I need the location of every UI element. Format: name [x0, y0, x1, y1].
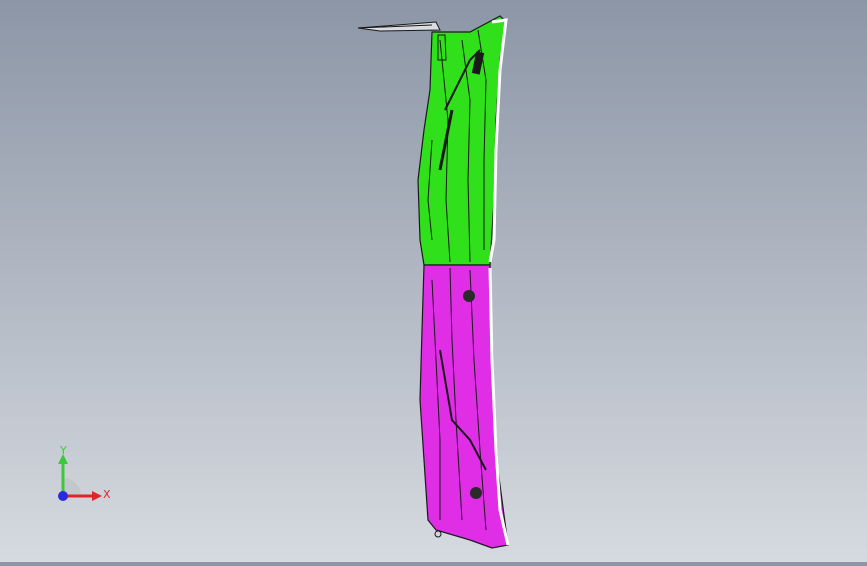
model-view[interactable] — [0, 0, 867, 562]
part-lower-section[interactable] — [419, 264, 510, 549]
mount-hole-upper — [463, 290, 475, 302]
top-tab — [357, 21, 441, 32]
x-axis-label: X — [103, 488, 111, 501]
graphics-viewport[interactable]: Y X — [0, 0, 867, 562]
clip-tab — [434, 530, 442, 538]
y-axis-label: Y — [59, 444, 67, 457]
mount-hole-lower — [470, 487, 482, 499]
reference-triad: Y X — [50, 440, 120, 510]
part-upper-section[interactable] — [417, 15, 508, 266]
coordinate-triad-icon: Y X — [58, 444, 111, 501]
